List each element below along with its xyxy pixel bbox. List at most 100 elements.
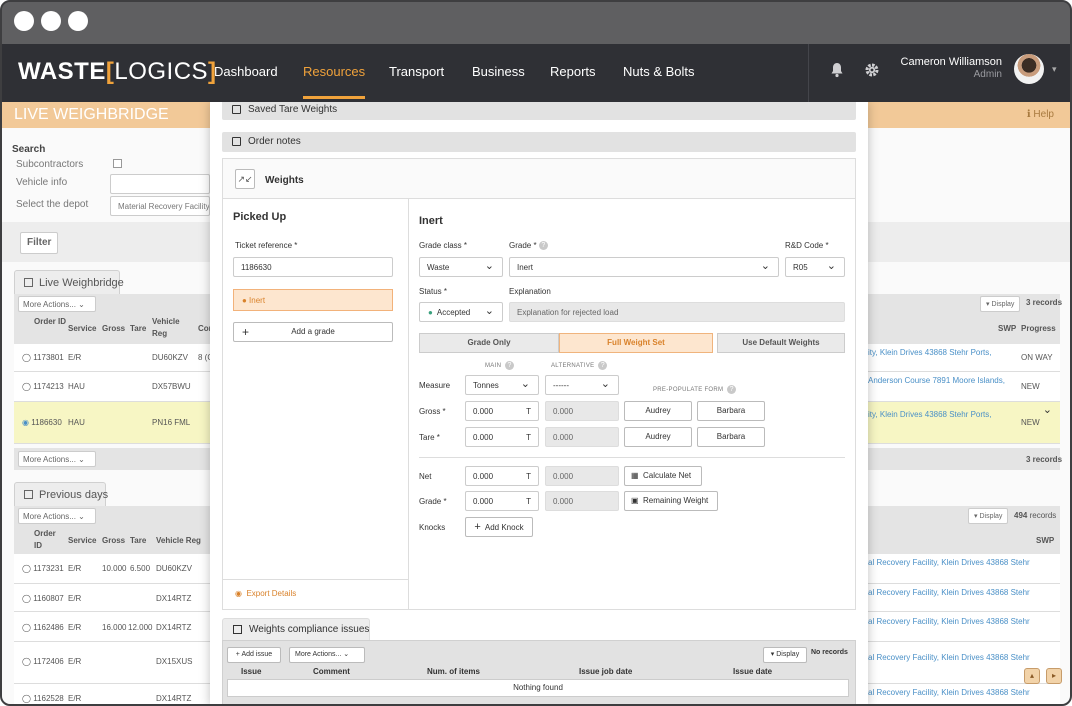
display-button-issues[interactable]: ▾ Display: [763, 647, 807, 663]
help-icon[interactable]: ?: [598, 361, 608, 370]
vehicle-info-input[interactable]: [110, 174, 210, 194]
add-grade-button[interactable]: + Add a grade: [233, 322, 393, 342]
add-knock-button[interactable]: + Add Knock: [465, 517, 533, 537]
status-label: Status *: [419, 287, 448, 296]
prev-row-address-link[interactable]: al Recovery Facility, Klein Drives 43868…: [868, 588, 1030, 597]
export-details-link[interactable]: ◉ Export Details: [235, 589, 296, 598]
nav-transport[interactable]: Transport: [389, 64, 444, 79]
row-address-link[interactable]: ity, Klein Drives 43868 Stehr Ports,: [868, 410, 991, 419]
grade-weight-alt-input[interactable]: 0.000: [545, 491, 619, 511]
col-service: Service: [68, 324, 97, 333]
prev-row-address-link[interactable]: al Recovery Facility, Klein Drives 43868…: [868, 688, 1030, 697]
divider: [419, 457, 845, 458]
plus-icon: +: [474, 521, 481, 533]
prev-row-id[interactable]: ◯ 1172406: [22, 657, 64, 666]
avatar[interactable]: [1014, 54, 1044, 84]
prev-row-id[interactable]: ◯ 1173231: [22, 564, 64, 573]
collapse-icon: [24, 278, 33, 287]
tare-barbara-button[interactable]: Barbara: [697, 427, 765, 447]
gross-audrey-button[interactable]: Audrey: [624, 401, 692, 421]
more-actions-select-issues[interactable]: More Actions... ⌄: [289, 647, 365, 663]
nav-nuts-bolts[interactable]: Nuts & Bolts: [623, 64, 695, 79]
calculate-net-button[interactable]: ▦ Calculate Net: [624, 466, 702, 486]
display-button-prev[interactable]: ▾ Display: [968, 508, 1009, 524]
explanation-input[interactable]: Explanation for rejected load: [509, 302, 845, 322]
nav-business[interactable]: Business: [472, 64, 525, 79]
row-1174213-id[interactable]: ◯ 1174213: [22, 382, 64, 391]
help-icon[interactable]: ?: [505, 361, 515, 370]
grade-weight-input[interactable]: 0.000 T: [465, 491, 539, 511]
nav-dashboard[interactable]: Dashboard: [214, 64, 278, 79]
gross-input[interactable]: 0.000 T: [465, 401, 539, 421]
ticket-reference-input[interactable]: 1186630: [233, 257, 393, 277]
logo[interactable]: WASTE[LOGICS]: [18, 58, 217, 86]
more-actions-select-prev[interactable]: More Actions... ⌄: [18, 508, 96, 524]
grade-class-select[interactable]: Waste: [419, 257, 503, 277]
prev-row-id[interactable]: ◯ 1162528: [22, 694, 64, 703]
col-tare: Tare: [130, 536, 147, 545]
measure-label: Measure: [419, 381, 451, 390]
nav-reports[interactable]: Reports: [550, 64, 596, 79]
remaining-weight-button[interactable]: ▣ Remaining Weight: [624, 491, 718, 511]
prev-row-id[interactable]: ◯ 1162486: [22, 623, 64, 632]
bell-icon[interactable]: [830, 62, 844, 78]
tab-compliance-issues[interactable]: Weights compliance issues: [222, 618, 370, 640]
scroll-up-icon[interactable]: ▴: [1024, 668, 1040, 684]
tare-alt-input[interactable]: 0.000: [545, 427, 619, 447]
order-notes-accordion[interactable]: Order notes: [222, 132, 856, 152]
prev-row-reg: DX14RTZ: [156, 694, 192, 703]
grade-select[interactable]: Inert: [509, 257, 779, 277]
row-1186630-id[interactable]: ◉ 1186630: [22, 418, 62, 427]
weights-modal: Saved Tare Weights Order notes ↗↙ Weight…: [210, 102, 868, 704]
gross-barbara-button[interactable]: Barbara: [697, 401, 765, 421]
add-issue-button[interactable]: + Add issue: [227, 647, 281, 663]
rd-code-select[interactable]: R05: [785, 257, 845, 277]
scroll-down-icon[interactable]: ▸: [1046, 668, 1062, 684]
tare-input[interactable]: 0.000 T: [465, 427, 539, 447]
chevron-down-icon[interactable]: ▾: [1052, 64, 1057, 75]
compliance-section: Weights compliance issues + Add issue Mo…: [222, 618, 856, 704]
display-button[interactable]: ▾ Display: [980, 296, 1021, 312]
saved-tare-weights-accordion[interactable]: Saved Tare Weights: [222, 102, 856, 120]
user-info[interactable]: Cameron Williamson Admin: [901, 56, 1002, 80]
alternative-label: ALTERNATIVE ?: [551, 361, 608, 370]
window-maximize-dot[interactable]: [68, 11, 88, 31]
col-vehicle-reg: Vehicle Reg: [152, 317, 180, 338]
tab-live-weighbridge[interactable]: Live Weighbridge: [14, 270, 124, 294]
prev-row-address-link[interactable]: al Recovery Facility, Klein Drives 43868…: [868, 558, 1030, 567]
gear-icon[interactable]: [864, 62, 880, 78]
grade-item-inert[interactable]: ● Inert: [233, 289, 393, 311]
status-select[interactable]: ● Accepted: [419, 302, 503, 322]
window-close-dot[interactable]: [14, 11, 34, 31]
help-icon[interactable]: ?: [538, 241, 548, 251]
net-alt-input[interactable]: 0.000: [545, 466, 619, 486]
measure-select[interactable]: Tonnes: [465, 375, 539, 395]
prepopulate-label: PRE-POPULATE FORM ?: [653, 385, 737, 394]
row-address-link[interactable]: Anderson Course 7891 Moore Islands,: [868, 376, 1005, 385]
alternative-measure-select[interactable]: ------: [545, 375, 619, 395]
net-input[interactable]: 0.000 T: [465, 466, 539, 486]
row-address-link[interactable]: ity, Klein Drives 43868 Stehr Ports,: [868, 348, 991, 357]
full-weight-set-toggle[interactable]: Full Weight Set: [559, 333, 713, 353]
grade-only-toggle[interactable]: Grade Only: [419, 333, 559, 353]
tab-previous-days[interactable]: Previous days: [14, 482, 108, 506]
row-1173801-id[interactable]: ◯ 1173801: [22, 353, 64, 362]
subcontractors-checkbox[interactable]: [113, 159, 122, 168]
nav-resources[interactable]: Resources: [303, 64, 366, 99]
help-icon[interactable]: ?: [727, 385, 737, 394]
more-actions-select-bottom[interactable]: More Actions... ⌄: [18, 451, 96, 467]
collapse-arrows-icon[interactable]: ↗↙: [235, 169, 255, 189]
prev-row-id[interactable]: ◯ 1160807: [22, 594, 64, 603]
divider: [223, 579, 409, 580]
use-default-weights-toggle[interactable]: Use Default Weights: [717, 333, 845, 353]
gross-alt-input[interactable]: 0.000: [545, 401, 619, 421]
filter-button[interactable]: Filter: [20, 232, 59, 254]
more-actions-select[interactable]: More Actions... ⌄: [18, 296, 96, 312]
prev-row-address-link[interactable]: al Recovery Facility, Klein Drives 43868…: [868, 617, 1030, 626]
page-content: LIVE WEIGHBRIDGE ℹ Help Search Subcontra…: [2, 102, 1070, 704]
window-minimize-dot[interactable]: [41, 11, 61, 31]
tare-audrey-button[interactable]: Audrey: [624, 427, 692, 447]
depot-select[interactable]: Material Recovery Facility,: [110, 196, 210, 216]
prev-row-address-link[interactable]: al Recovery Facility, Klein Drives 43868…: [868, 653, 1030, 662]
help-link[interactable]: ℹ Help: [1027, 109, 1054, 120]
